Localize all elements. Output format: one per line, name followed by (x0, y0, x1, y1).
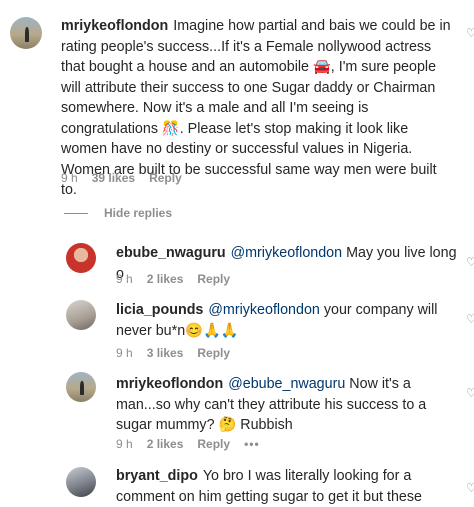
reply-4: bryant_dipo Yo bro I was literally lookin… (0, 463, 474, 506)
reply-time[interactable]: 9 h (116, 346, 133, 360)
reply-3: mriykeoflondon @ebube_nwaguru Now it's a … (0, 366, 474, 456)
hide-replies-label: Hide replies (104, 206, 173, 220)
reply-username[interactable]: ebube_nwaguru (116, 245, 226, 261)
avatar[interactable] (66, 467, 96, 497)
reply-text: bryant_dipo Yo bro I was literally lookin… (116, 466, 436, 507)
reply-2: licia_pounds @mriykeoflondon your company… (0, 292, 474, 362)
heart-outline-icon[interactable]: ♡ (466, 256, 474, 268)
more-options-icon[interactable]: ••• (244, 437, 260, 451)
heart-outline-icon[interactable]: ♡ (466, 387, 474, 399)
comment-username[interactable]: mriykeoflondon (61, 18, 168, 34)
reply-likes[interactable]: 3 likes (147, 346, 184, 360)
reply-text: mriykeoflondon @ebube_nwaguru Now it's a … (116, 374, 456, 436)
reply-meta: 9 h 2 likes Reply (116, 272, 244, 286)
divider-line (64, 213, 88, 215)
comment-1: mriykeoflondon Imagine how partial and ba… (0, 0, 474, 198)
mention-link[interactable]: @mriykeoflondon (231, 245, 342, 261)
reply-username[interactable]: mriykeoflondon (116, 376, 223, 392)
reply-likes[interactable]: 2 likes (147, 437, 184, 451)
reply-likes[interactable]: 2 likes (147, 272, 184, 286)
avatar[interactable] (10, 17, 42, 49)
reply-button[interactable]: Reply (197, 272, 230, 286)
reply-1: ebube_nwaguru @mriykeoflondon May you liv… (0, 235, 474, 291)
comment-time[interactable]: 9 h (61, 171, 78, 185)
reply-meta: 9 h 3 likes Reply (116, 346, 244, 360)
reply-button[interactable]: Reply (149, 171, 182, 185)
avatar[interactable] (66, 243, 96, 273)
reply-time[interactable]: 9 h (116, 272, 133, 286)
comment-meta: 9 h 39 likes Reply (61, 171, 196, 185)
reply-username[interactable]: licia_pounds (116, 302, 203, 318)
avatar[interactable] (66, 372, 96, 402)
mention-link[interactable]: @mriykeoflondon (208, 302, 319, 318)
heart-outline-icon[interactable]: ♡ (466, 27, 474, 39)
reply-time[interactable]: 9 h (116, 437, 133, 451)
reply-text: licia_pounds @mriykeoflondon your company… (116, 300, 446, 341)
heart-outline-icon[interactable]: ♡ (466, 313, 474, 325)
reply-button[interactable]: Reply (197, 437, 230, 451)
reply-button[interactable]: Reply (197, 346, 230, 360)
avatar[interactable] (66, 300, 96, 330)
reply-username[interactable]: bryant_dipo (116, 468, 198, 484)
reply-meta: 9 h 2 likes Reply ••• (116, 437, 274, 451)
mention-link[interactable]: @ebube_nwaguru (228, 376, 345, 392)
comment-likes[interactable]: 39 likes (92, 171, 135, 185)
heart-outline-icon[interactable]: ♡ (466, 482, 474, 494)
hide-replies-button[interactable]: Hide replies (64, 206, 172, 220)
